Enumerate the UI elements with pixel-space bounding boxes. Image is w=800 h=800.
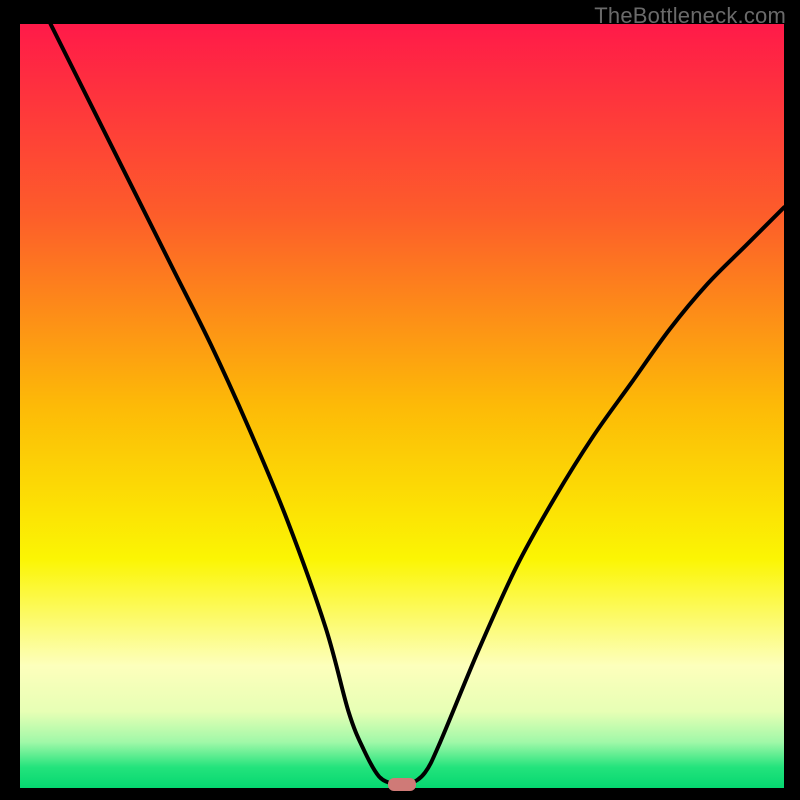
plot-area (20, 24, 784, 788)
watermark-text: TheBottleneck.com (594, 3, 786, 29)
chart-frame (20, 24, 784, 788)
bottleneck-curve (20, 24, 784, 788)
optimum-marker (388, 778, 416, 791)
